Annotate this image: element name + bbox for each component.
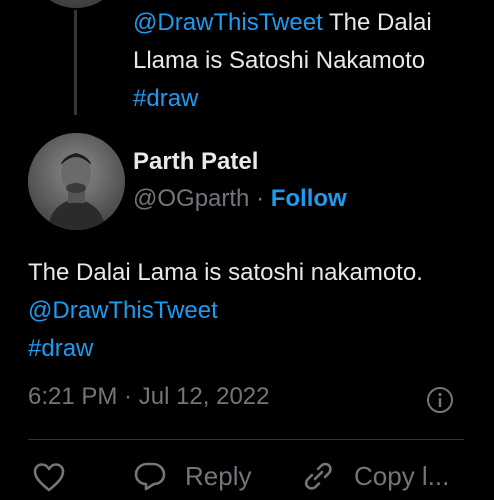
parent-hashtag-link[interactable]: #draw — [133, 85, 198, 112]
like-button[interactable] — [32, 461, 66, 493]
link-icon — [300, 460, 334, 492]
thread-connector-line — [74, 10, 77, 115]
tweet-date: Jul 12, 2022 — [138, 383, 270, 410]
info-icon[interactable] — [426, 386, 454, 414]
copy-link-label: Copy l... — [354, 460, 450, 491]
parent-avatar[interactable] — [28, 0, 124, 8]
reply-icon — [133, 460, 167, 492]
parent-mention-link[interactable]: @DrawThisTweet — [133, 9, 323, 36]
author-avatar[interactable] — [28, 133, 125, 230]
copy-link-button[interactable]: Copy l... — [300, 460, 449, 492]
tweet-hashtag-link[interactable]: #draw — [28, 335, 93, 362]
handle-row: @OGparth · Follow — [133, 185, 347, 213]
follow-button[interactable]: Follow — [271, 185, 347, 212]
tweet-time: 6:21 PM — [28, 383, 118, 410]
parent-tweet-text: @DrawThisTweet The Dalai Llama is Satosh… — [133, 4, 473, 118]
tweet-mention-link[interactable]: @DrawThisTweet — [28, 297, 218, 324]
tweet-text: The Dalai Lama is satoshi nakamoto. @Dra… — [28, 254, 458, 368]
handle-separator: · — [249, 185, 271, 212]
author-handle[interactable]: @OGparth — [133, 185, 249, 212]
heart-icon — [32, 461, 66, 493]
tweet-actions: Reply Copy l... — [28, 455, 494, 500]
author-name[interactable]: Parth Patel — [133, 148, 258, 176]
tweet-body-text: The Dalai Lama is satoshi nakamoto. — [28, 259, 423, 286]
reply-label: Reply — [185, 460, 252, 491]
divider — [28, 439, 464, 440]
tweet-timestamp[interactable]: 6:21 PM · Jul 12, 2022 — [28, 383, 270, 411]
reply-button[interactable]: Reply — [133, 460, 251, 492]
date-separator: · — [117, 383, 139, 410]
